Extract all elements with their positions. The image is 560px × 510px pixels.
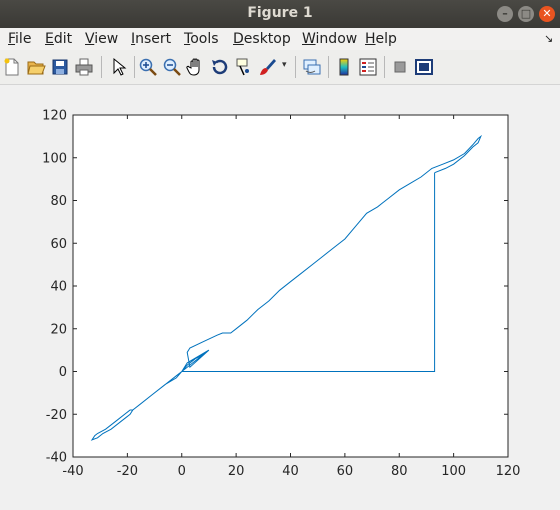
menu-help[interactable]: Help [365, 31, 397, 47]
x-tick-label: 20 [228, 464, 245, 479]
menu-tools-label: ools [190, 31, 219, 47]
y-tick-label: 20 [50, 322, 67, 337]
figure-toolbar: ▾ [0, 50, 560, 85]
menu-edit-label: dit [53, 31, 73, 47]
colorbar-icon[interactable] [334, 57, 354, 77]
toolbar-separator [384, 56, 385, 78]
menu-file[interactable]: File [8, 31, 31, 47]
link-plot-icon[interactable] [302, 57, 322, 77]
x-tick-label: 120 [496, 464, 521, 479]
x-tick-label: 100 [441, 464, 466, 479]
zoom-in-icon[interactable] [138, 57, 158, 77]
menu-window-label: indow [315, 31, 358, 47]
title-bar[interactable]: Figure 1 – □ ✕ [0, 0, 560, 28]
y-tick-label: 0 [59, 365, 67, 380]
menu-insert[interactable]: Insert [131, 31, 171, 47]
rotate-3d-icon[interactable] [210, 57, 230, 77]
menu-insert-label: nsert [135, 31, 172, 47]
x-tick-label: 40 [282, 464, 299, 479]
y-tick-label: 60 [50, 237, 67, 252]
x-tick-label: 0 [178, 464, 186, 479]
menu-file-mnemonic: F [8, 31, 16, 47]
menu-window[interactable]: Window [302, 31, 357, 47]
y-tick-label: -20 [46, 408, 67, 423]
menu-view-label: iew [94, 31, 119, 47]
figure-window: Figure 1 – □ ✕ File Edit View Insert Too… [0, 0, 560, 506]
maximize-icon: □ [520, 7, 532, 20]
brush-dropdown-icon[interactable]: ▾ [282, 60, 287, 70]
y-tick-label: 120 [42, 109, 67, 124]
toolbar-separator [134, 56, 135, 78]
menu-help-label: elp [375, 31, 397, 47]
menu-window-mnemonic: W [302, 31, 316, 47]
pan-icon[interactable] [186, 57, 206, 77]
y-tick-label: -40 [46, 451, 67, 466]
menu-desktop-mnemonic: D [233, 31, 244, 47]
legend-icon[interactable] [358, 57, 378, 77]
menu-tools[interactable]: Tools [184, 31, 219, 47]
menu-desktop-label: esktop [243, 31, 291, 47]
menu-view[interactable]: View [85, 31, 118, 47]
x-tick-label: -40 [62, 464, 83, 479]
x-tick-label: 80 [391, 464, 408, 479]
toolbar-separator [295, 56, 296, 78]
menu-help-mnemonic: H [365, 31, 376, 47]
window-title: Figure 1 [247, 5, 313, 21]
close-icon: ✕ [542, 7, 552, 20]
toolbar-separator [101, 56, 102, 78]
menu-edit[interactable]: Edit [45, 31, 72, 47]
new-figure-icon[interactable] [2, 57, 22, 77]
menu-bar: File Edit View Insert Tools Desktop Wind… [0, 28, 560, 50]
open-file-icon[interactable] [26, 57, 46, 77]
y-tick-label: 100 [42, 151, 67, 166]
brush-icon[interactable] [258, 57, 278, 77]
y-tick-label: 80 [50, 194, 67, 209]
pointer-icon[interactable] [108, 57, 128, 77]
menu-file-label: ile [15, 31, 32, 47]
save-icon[interactable] [50, 57, 70, 77]
plot-svg[interactable]: -40 -20 0 20 40 60 80 100 120 -40 -20 0 20 40 60 80 100 1… [0, 85, 560, 506]
data-cursor-icon[interactable] [234, 57, 254, 77]
hide-plot-tools-icon[interactable] [390, 57, 410, 77]
print-icon[interactable] [74, 57, 94, 77]
x-tick-label: -20 [117, 464, 138, 479]
minimize-button[interactable]: – [497, 6, 513, 22]
minimize-icon: – [502, 7, 508, 20]
y-tick-label: 40 [50, 280, 67, 295]
menu-desktop[interactable]: Desktop [233, 31, 291, 47]
zoom-out-icon[interactable] [162, 57, 182, 77]
toolbar-separator [328, 56, 329, 78]
show-plot-tools-icon[interactable] [414, 57, 434, 77]
x-tick-label: 60 [337, 464, 354, 479]
figure-canvas[interactable]: -40 -20 0 20 40 60 80 100 120 -40 -20 0 20 40 60 80 100 1… [0, 85, 560, 506]
close-button[interactable]: ✕ [539, 6, 555, 22]
menu-view-mnemonic: V [85, 31, 95, 47]
dock-arrow-icon[interactable]: ↘ [544, 32, 553, 45]
menu-edit-mnemonic: E [45, 31, 54, 47]
maximize-button[interactable]: □ [518, 6, 534, 22]
